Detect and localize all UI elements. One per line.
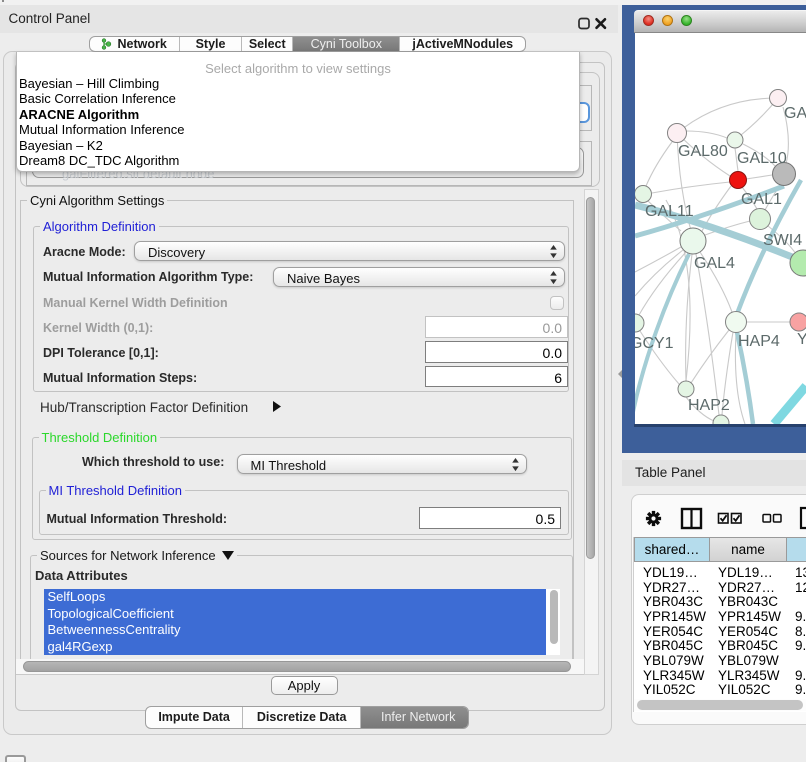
svg-text:HAP4: HAP4 [738,333,780,350]
svg-text:GAL80: GAL80 [678,143,728,160]
svg-text:GCY1: GCY1 [635,335,674,352]
svg-text:SWI4: SWI4 [763,232,802,249]
svg-text:GAL1: GAL1 [741,191,782,208]
svg-text:GAL7: GAL7 [784,105,806,122]
svg-text:GAL4: GAL4 [694,255,735,272]
svg-text:GAL10: GAL10 [737,150,787,167]
svg-text:Y: Y [797,331,806,348]
svg-text:HAP2: HAP2 [688,397,730,414]
svg-text:GAL11: GAL11 [645,203,694,220]
